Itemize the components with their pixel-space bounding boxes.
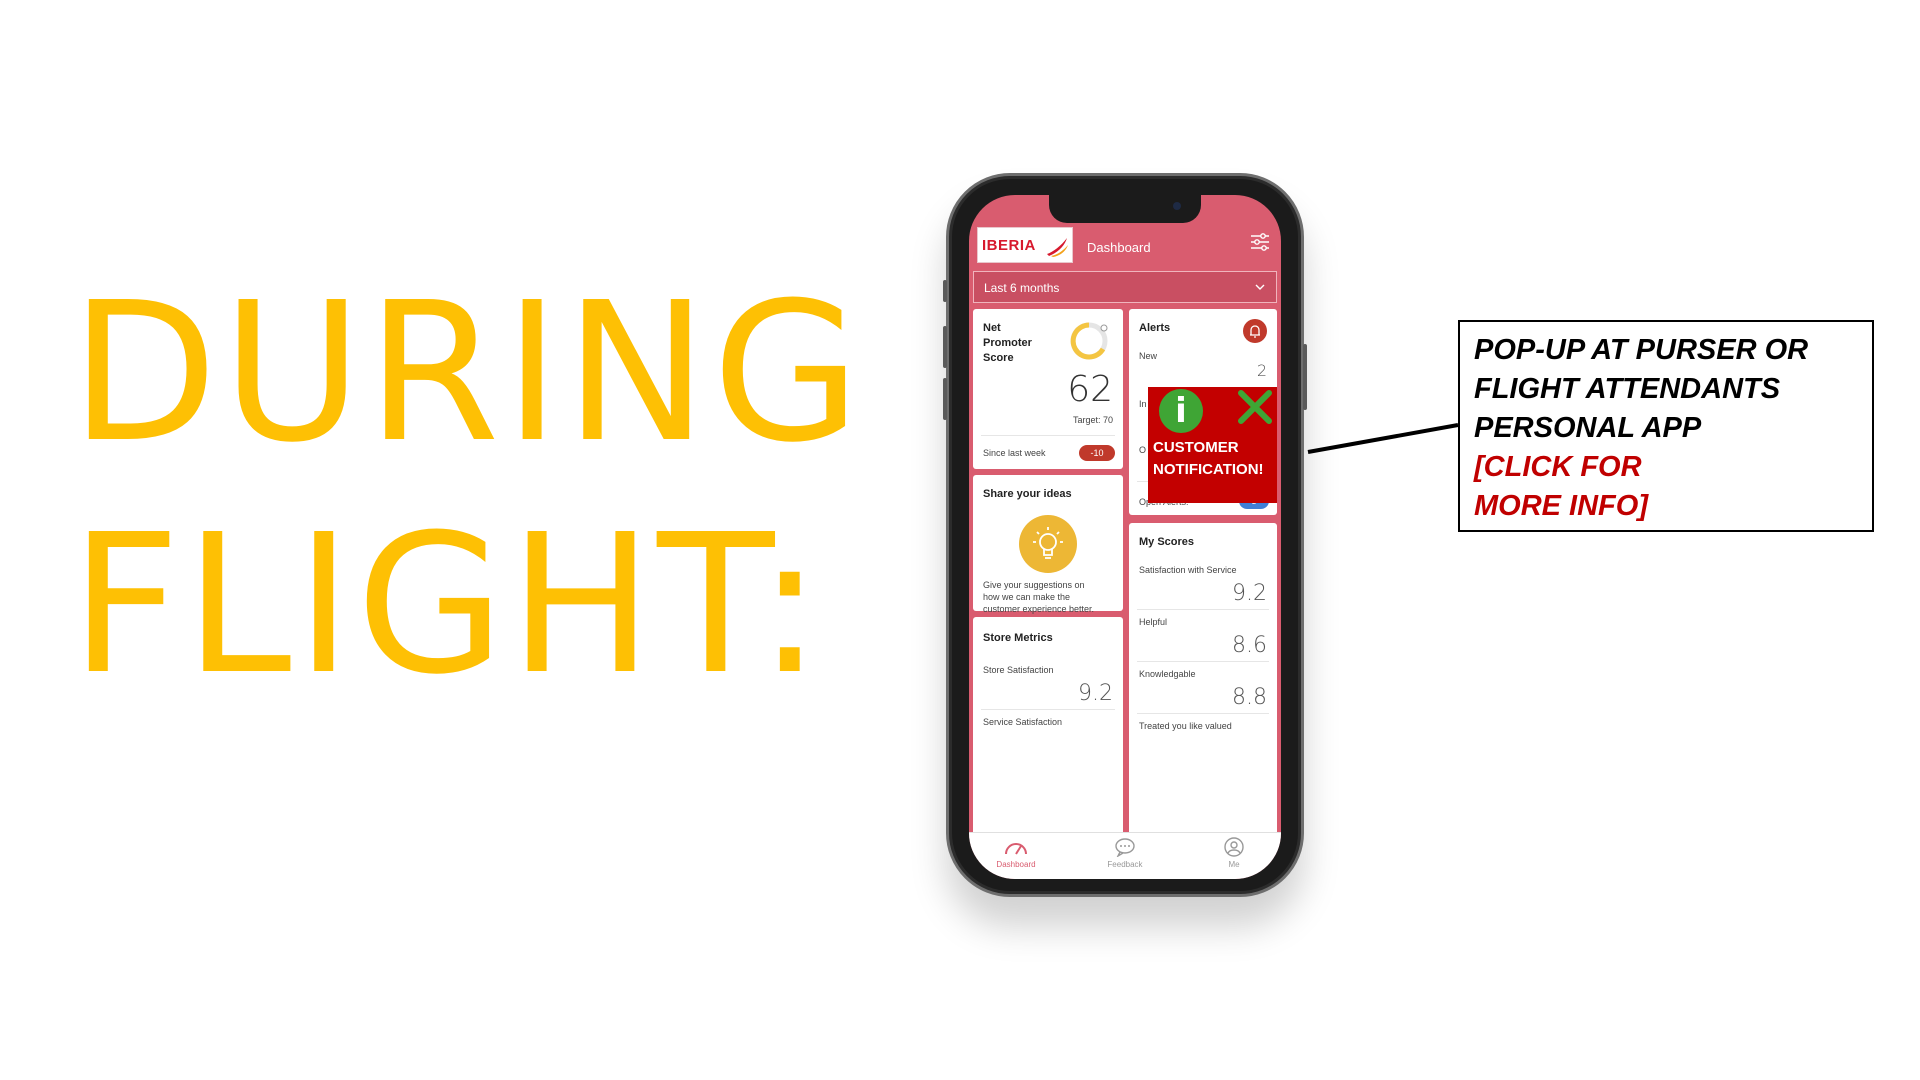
camera-icon: [1173, 202, 1181, 210]
divider: [1137, 609, 1269, 610]
iberia-logo: IBERIA: [977, 227, 1073, 263]
nav-feedback[interactable]: Feedback: [1090, 837, 1160, 869]
phone-mute-switch: [943, 280, 947, 302]
user-icon: [1224, 837, 1244, 857]
divider: [1137, 661, 1269, 662]
alerts-title: Alerts: [1139, 322, 1171, 334]
store-metric-value: 9.2: [1078, 681, 1113, 706]
more-info-link[interactable]: [CLICK FOR: [1474, 448, 1858, 487]
callout-text: FLIGHT ATTENDANTS: [1474, 373, 1781, 405]
phone-screen: IBERIA Dashboard Last 6 months Net Promo…: [969, 195, 1281, 879]
alerts-in-label: In: [1139, 399, 1147, 409]
gauge-icon: [1005, 843, 1027, 855]
score-label: Treated you like valued: [1139, 721, 1232, 731]
nps-value: 62: [1067, 369, 1113, 410]
nav-dashboard[interactable]: Dashboard: [981, 837, 1051, 869]
more-info-link[interactable]: MORE INFO]: [1474, 487, 1858, 526]
phone-mockup: IBERIA Dashboard Last 6 months Net Promo…: [943, 173, 1307, 897]
brand-name: IBERIA: [982, 237, 1036, 254]
store-metrics-card[interactable]: Store Metrics Store Satisfaction 9.2 Ser…: [973, 617, 1123, 843]
callout-text: PERSONAL APP: [1474, 412, 1702, 444]
nps-delta-badge: -10: [1079, 445, 1115, 461]
chevron-down-icon: [1255, 284, 1265, 290]
share-ideas-title: Share your ideas: [983, 488, 1072, 500]
date-range-select[interactable]: Last 6 months: [973, 271, 1277, 303]
nps-gauge-icon: [1070, 322, 1108, 360]
iberia-wing-icon: [1047, 238, 1068, 257]
score-value: 8.6: [1232, 633, 1267, 658]
score-value: 8.8: [1232, 685, 1267, 710]
store-metrics-title: Store Metrics: [983, 632, 1053, 644]
my-scores-title: My Scores: [1139, 536, 1195, 548]
popup-message: CUSTOMER NOTIFICATION!: [1153, 439, 1264, 478]
callout-box: POP-UP AT PURSER OR FLIGHT ATTENDANTS PE…: [1458, 320, 1874, 532]
store-metric-label: Store Satisfaction: [983, 665, 1054, 675]
bottom-nav: Dashboard Feedback Me: [969, 832, 1281, 879]
store-metric-label: Service Satisfaction: [983, 717, 1063, 727]
phone-volume-up: [943, 326, 947, 368]
score-label: Satisfaction with Service: [1139, 565, 1237, 575]
alerts-new-label: New: [1139, 351, 1158, 361]
nps-title: Net Promoter Score: [983, 322, 1032, 364]
customer-notification-popup[interactable]: i CUSTOMER NOTIFICATION!: [1148, 387, 1277, 503]
info-icon[interactable]: i: [1159, 389, 1203, 433]
score-label: Knowledgable: [1139, 669, 1196, 679]
alerts-new-value: 2: [1256, 361, 1267, 380]
score-label: Helpful: [1139, 617, 1168, 627]
callout-text: POP-UP AT PURSER OR: [1474, 334, 1809, 366]
chat-bubble-icon: [1115, 838, 1135, 857]
phone-notch: [1049, 195, 1201, 223]
close-icon[interactable]: [1235, 387, 1275, 427]
divider: [981, 435, 1115, 436]
alerts-o-label: O: [1139, 445, 1147, 455]
since-last-week-label: Since last week: [983, 448, 1046, 458]
share-ideas-description: Give your suggestions on how we can make …: [983, 580, 1095, 614]
phone-volume-down: [943, 378, 947, 420]
filter-sliders-icon[interactable]: [1249, 231, 1271, 253]
divider: [1137, 713, 1269, 714]
nav-label: Feedback: [1107, 860, 1143, 869]
nav-label: Me: [1228, 860, 1240, 869]
score-value: 9.2: [1232, 581, 1267, 606]
slide-title-line1: DURING: [70, 262, 865, 485]
date-range-value: Last 6 months: [984, 281, 1060, 295]
slide-title-line2: FLIGHT:: [70, 494, 827, 717]
my-scores-card[interactable]: My Scores Satisfaction with Service 9.2 …: [1129, 523, 1277, 843]
app-header: IBERIA Dashboard: [969, 223, 1281, 267]
nps-target: Target: 70: [1072, 415, 1113, 425]
lightbulb-icon: [1019, 515, 1077, 573]
nps-card[interactable]: Net Promoter Score 62 Target: 70 Since las…: [973, 309, 1123, 469]
nav-label: Dashboard: [996, 860, 1036, 869]
nav-me[interactable]: Me: [1199, 837, 1269, 869]
divider: [981, 709, 1115, 710]
bell-icon[interactable]: [1243, 319, 1267, 343]
page-title: Dashboard: [1087, 240, 1151, 255]
phone-power-button: [1303, 344, 1307, 410]
share-ideas-card[interactable]: Share your ideas Give your suggestions o…: [973, 475, 1123, 614]
